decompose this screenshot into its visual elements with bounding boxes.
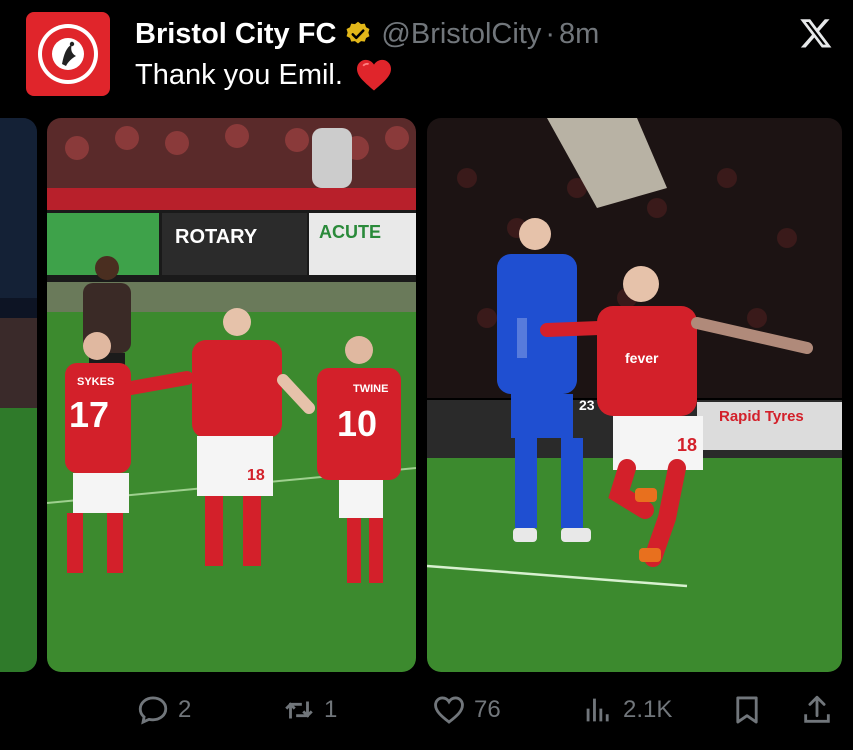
verified-badge-icon xyxy=(346,21,370,44)
celebration-photo[interactable]: ROTARY ACUTE SYKES 17 18 TWINE 10 xyxy=(47,118,416,672)
account-name[interactable]: Bristol City FC xyxy=(135,18,336,51)
repost-count: 1 xyxy=(324,696,338,723)
banner-rotary: ROTARY xyxy=(175,226,258,248)
tweet-actions: 2 1 76 2.1K xyxy=(0,688,853,732)
goal-celebration-photo[interactable]: Rapid Tyres 23 fever 18 xyxy=(427,118,842,672)
heart-icon xyxy=(434,696,464,724)
timestamp[interactable]: 8m xyxy=(559,18,599,51)
player-name-twine: TWINE xyxy=(353,383,388,395)
x-logo-icon[interactable] xyxy=(799,16,833,50)
bookmark-button[interactable] xyxy=(730,688,764,732)
player-name-sykes: SYKES xyxy=(77,376,114,388)
avatar[interactable] xyxy=(26,12,110,96)
reply-icon xyxy=(138,696,168,725)
share-button[interactable] xyxy=(800,688,834,732)
tweet-header: Bristol City FC @BristolCity · 8m xyxy=(135,14,773,54)
player-number-10: 10 xyxy=(337,403,377,444)
share-icon xyxy=(804,695,830,723)
goal-celebration-photo-image: Rapid Tyres 23 fever 18 xyxy=(427,118,842,672)
tweet-body: Thank you Emil. xyxy=(135,58,343,91)
banner-acute: ACUTE xyxy=(319,222,381,242)
previous-photo[interactable] xyxy=(0,118,37,672)
player-number-17: 17 xyxy=(69,394,109,435)
separator-dot: · xyxy=(545,17,556,50)
bristol-city-crest-icon xyxy=(38,24,98,84)
player-number-23: 23 xyxy=(579,397,595,413)
like-count: 76 xyxy=(474,696,501,723)
banner-rapid-tyres: Rapid Tyres xyxy=(719,408,804,425)
red-heart-icon xyxy=(356,59,391,91)
views-count: 2.1K xyxy=(623,696,673,723)
views-button[interactable]: 2.1K xyxy=(581,688,672,732)
previous-photo-image xyxy=(0,118,37,672)
account-handle[interactable]: @BristolCity xyxy=(381,18,541,51)
player-number-18-right: 18 xyxy=(677,435,697,455)
repost-icon xyxy=(285,701,313,719)
media-carousel[interactable]: ROTARY ACUTE SYKES 17 18 TWINE 10 Rapid … xyxy=(0,118,853,672)
bookmark-icon xyxy=(736,696,758,724)
analytics-icon xyxy=(586,698,609,722)
celebration-photo-image: ROTARY ACUTE SYKES 17 18 TWINE 10 xyxy=(47,118,416,672)
repost-button[interactable]: 1 xyxy=(282,688,337,732)
tweet-text: Thank you Emil. xyxy=(135,58,393,92)
reply-button[interactable]: 2 xyxy=(136,688,191,732)
like-button[interactable]: 76 xyxy=(432,688,501,732)
sponsor-fever: fever xyxy=(625,350,659,366)
player-number-18: 18 xyxy=(247,467,265,484)
reply-count: 2 xyxy=(178,696,192,723)
